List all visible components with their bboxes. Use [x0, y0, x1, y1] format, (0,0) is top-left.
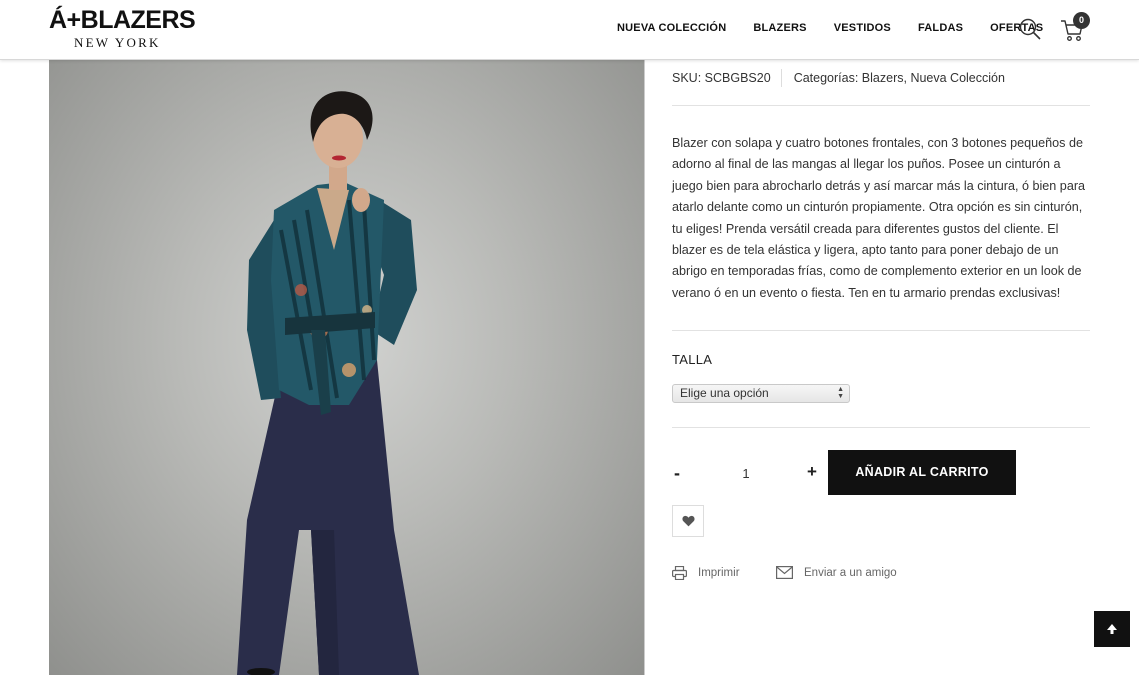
size-label: TALLA: [672, 352, 713, 367]
nav-blazers[interactable]: BLAZERS: [753, 21, 806, 35]
send-friend-link[interactable]: Enviar a un amigo: [776, 566, 897, 579]
cart-count-badge: 0: [1073, 12, 1090, 29]
nav-faldas[interactable]: FALDAS: [918, 21, 963, 35]
nav-nueva-coleccion[interactable]: NUEVA COLECCIÓN: [617, 21, 726, 35]
meta-separator: [780, 69, 782, 87]
search-icon[interactable]: [1019, 18, 1041, 40]
size-select-value: Elige una opción: [680, 386, 769, 400]
printer-icon: [672, 566, 687, 580]
logo-main-text: Á+BLAZERS: [49, 6, 196, 34]
category-link-blazers[interactable]: Blazers: [862, 71, 904, 85]
divider: [672, 427, 1090, 428]
add-to-cart-button[interactable]: AÑADIR AL CARRITO: [828, 450, 1016, 495]
quantity-decrease-button[interactable]: -: [671, 463, 683, 484]
divider: [672, 105, 1090, 106]
product-description: Blazer con solapa y cuatro botones front…: [672, 136, 1086, 300]
product-image[interactable]: [49, 60, 645, 675]
logo-sub-text: NEW YORK: [74, 35, 161, 50]
back-to-top-button[interactable]: [1094, 611, 1130, 647]
sku-value: SCBGBS20: [704, 71, 771, 85]
select-arrows-icon: ▲ ▼: [837, 386, 844, 400]
quantity-increase-button[interactable]: +: [805, 462, 819, 482]
wishlist-button[interactable]: [672, 505, 704, 537]
product-photo-illustration: [237, 91, 419, 675]
arrow-up-icon: [1107, 624, 1117, 634]
site-logo[interactable]: Á+BLAZERS NEW YORK: [49, 6, 196, 50]
send-friend-label: Enviar a un amigo: [804, 566, 897, 579]
main-nav: NUEVA COLECCIÓN BLAZERS VESTIDOS FALDAS …: [617, 21, 1070, 35]
nav-vestidos[interactable]: VESTIDOS: [834, 21, 891, 35]
envelope-icon: [776, 566, 793, 579]
divider: [672, 330, 1090, 331]
print-label: Imprimir: [698, 567, 740, 579]
category-link-nueva-coleccion[interactable]: Nueva Colección: [910, 71, 1005, 85]
size-select[interactable]: Elige una opción ▲ ▼: [672, 384, 850, 403]
site-header: Á+BLAZERS NEW YORK NUEVA COLECCIÓN BLAZE…: [0, 0, 1139, 60]
quantity-input[interactable]: 1: [706, 466, 786, 481]
categories-label: Categorías:: [793, 71, 859, 85]
product-meta: SKU: SCBGBS20 Categorías: Blazers, Nueva…: [672, 69, 1005, 87]
sku-label: SKU:: [672, 71, 702, 85]
print-link[interactable]: Imprimir: [672, 566, 740, 580]
heart-icon: [681, 515, 695, 527]
